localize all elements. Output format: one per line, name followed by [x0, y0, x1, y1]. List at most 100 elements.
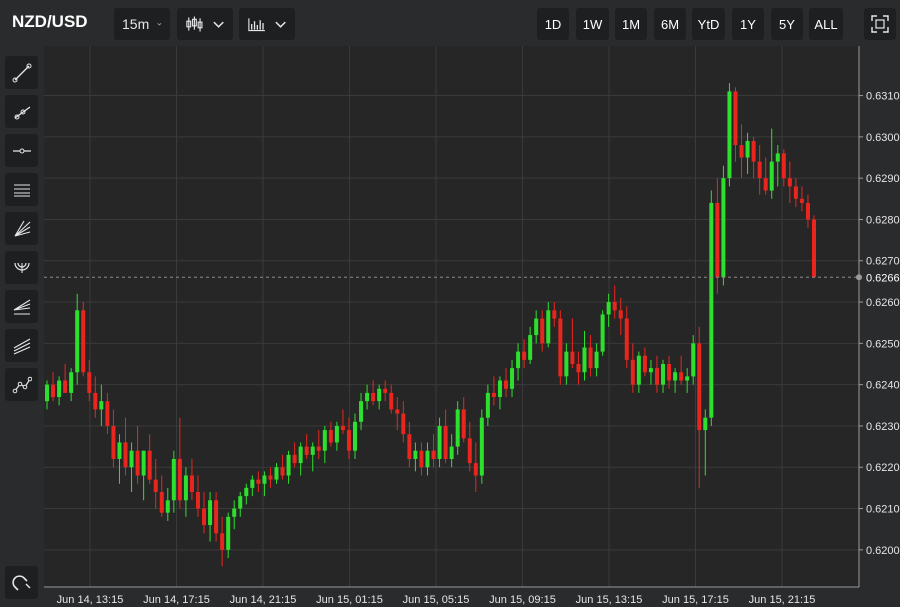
- x-tick-label: Jun 15, 05:15: [403, 594, 470, 606]
- candle-body: [793, 186, 798, 199]
- y-tick-label: 0.6310: [866, 91, 900, 103]
- candle-body: [781, 153, 786, 179]
- candle-body: [183, 475, 188, 501]
- x-tick-label: Jun 15, 13:15: [576, 594, 643, 606]
- y-tick-label: 0.6240: [866, 380, 900, 392]
- candle-body: [232, 508, 237, 517]
- candle-body: [679, 372, 684, 381]
- candle-body: [721, 178, 726, 278]
- candle-body: [220, 533, 225, 550]
- candle-body: [389, 392, 394, 410]
- candle-body: [745, 140, 750, 158]
- y-tick-label: 0.6290: [866, 173, 900, 185]
- candle-body: [105, 401, 110, 426]
- candle-body: [709, 202, 714, 418]
- candle-body: [268, 475, 273, 480]
- candle-body: [159, 492, 164, 513]
- candle-body: [256, 479, 261, 484]
- candle-body: [534, 318, 539, 336]
- candle-body: [111, 425, 116, 459]
- y-tick-label: 0.6230: [866, 421, 900, 433]
- candle-body: [739, 145, 744, 158]
- candle-body: [99, 401, 104, 410]
- candle-body: [81, 310, 86, 373]
- candle-body: [552, 310, 557, 319]
- candle-body: [703, 417, 708, 431]
- candle-body: [431, 450, 436, 459]
- candle-body: [250, 479, 255, 488]
- candle-body: [467, 438, 472, 464]
- candle-body: [419, 450, 424, 468]
- candle-body: [395, 409, 400, 414]
- candle-body: [661, 363, 666, 385]
- candle-body: [685, 376, 690, 381]
- candle-body: [214, 500, 219, 534]
- candle-body: [582, 347, 587, 373]
- y-tick-label: 0.6270: [866, 256, 900, 268]
- candle-body: [630, 359, 635, 385]
- candle-body: [202, 508, 207, 526]
- candle-body: [618, 310, 623, 319]
- candle-body: [69, 372, 74, 393]
- candle-body: [135, 450, 140, 476]
- candle-body: [359, 401, 364, 422]
- price-chart[interactable]: Jun 14, 13:15 Jun 14, 17:15 Jun 14, 21:15 J…: [0, 0, 900, 607]
- candle-body: [673, 372, 678, 381]
- candle-body: [93, 392, 98, 410]
- candle-body: [383, 388, 388, 393]
- candle-body: [654, 368, 659, 385]
- last-price-label: 0.6266: [866, 272, 900, 284]
- y-tick-label: 0.6260: [866, 297, 900, 309]
- candle-body: [177, 458, 182, 501]
- y-tick-label: 0.6280: [866, 214, 900, 226]
- candle-body: [280, 467, 285, 476]
- candle-body: [576, 363, 581, 373]
- candle-body: [413, 450, 418, 459]
- candle-body: [286, 454, 291, 476]
- candle-body: [540, 318, 545, 344]
- candle-body: [473, 463, 478, 476]
- candle-body: [787, 178, 792, 187]
- candle-body: [564, 351, 569, 377]
- candle-body: [558, 318, 563, 377]
- candle-body: [522, 351, 527, 360]
- candle-body: [238, 496, 243, 509]
- candle-body: [346, 430, 351, 451]
- candle-body: [171, 458, 176, 501]
- candle-body: [763, 178, 768, 191]
- candle-body: [691, 343, 696, 377]
- x-tick-label: Jun 14, 13:15: [57, 594, 124, 606]
- candle-body: [449, 446, 454, 459]
- candle-body: [316, 446, 321, 451]
- candle-body: [377, 388, 382, 402]
- candle-body: [503, 380, 508, 389]
- candle-body: [697, 343, 702, 431]
- candle-body: [667, 363, 672, 381]
- candle-body: [570, 351, 575, 364]
- candle-body: [322, 430, 327, 451]
- last-price-marker: [856, 274, 862, 281]
- candle-body: [600, 314, 605, 352]
- candle-body: [401, 413, 406, 435]
- x-tick-label: Jun 14, 21:15: [230, 594, 297, 606]
- x-tick-label: Jun 15, 17:15: [662, 594, 729, 606]
- candle-body: [87, 372, 92, 393]
- candle-body: [147, 450, 152, 480]
- candle-body: [648, 368, 653, 373]
- candle-body: [751, 140, 756, 162]
- candle-body: [491, 392, 496, 398]
- candle-body: [606, 302, 611, 315]
- candle-body: [274, 467, 279, 480]
- y-tick-label: 0.6220: [866, 462, 900, 474]
- y-tick-label: 0.6200: [866, 545, 900, 557]
- candle-body: [497, 380, 502, 398]
- candle-body: [353, 421, 358, 451]
- candle-body: [612, 302, 617, 311]
- candle-body: [443, 425, 448, 459]
- candle-body: [510, 368, 515, 389]
- candle-body: [528, 335, 533, 360]
- candle-body: [292, 454, 297, 464]
- candle-body: [636, 355, 641, 385]
- candle-body: [129, 450, 134, 468]
- candle-body: [757, 161, 762, 179]
